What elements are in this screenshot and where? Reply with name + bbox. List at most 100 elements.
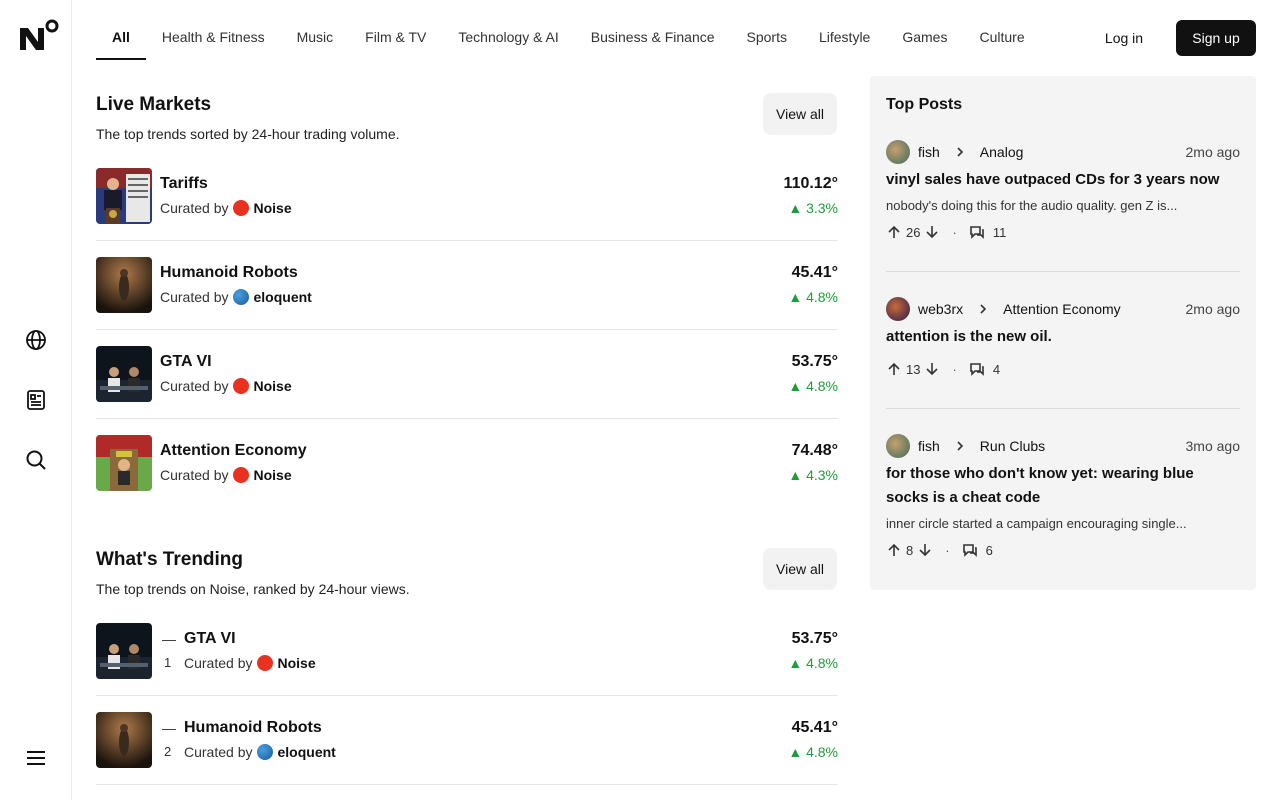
post-body: nobody's doing this for the audio qualit… <box>886 198 1178 213</box>
eloquent-avatar-icon <box>257 744 274 760</box>
comment-icon[interactable] <box>962 542 978 558</box>
tab-technology-ai[interactable]: Technology & AI <box>442 0 574 62</box>
chevron-right-icon <box>954 440 966 452</box>
market-row[interactable]: Attention Economy Curated by Noise 74.48… <box>96 435 838 508</box>
live-markets-title: Live Markets <box>96 94 212 115</box>
upvote-count: 8 <box>906 542 914 558</box>
post-actions: 13 · 4 <box>886 361 1000 377</box>
post-title[interactable]: attention is the new oil. <box>886 325 1240 349</box>
post-body: inner circle started a campaign encourag… <box>886 516 1187 531</box>
trend-value: 53.75° <box>791 630 838 647</box>
tab-music[interactable]: Music <box>281 0 350 62</box>
trend-thumbnail <box>96 346 152 402</box>
curated-by: Curated by Noise <box>160 378 292 394</box>
trend-change: ▲ 4.3% <box>788 467 838 483</box>
globe-icon[interactable] <box>24 328 48 352</box>
market-row[interactable]: Tariffs Curated by Noise 110.12° ▲ 3.3% <box>96 168 838 241</box>
upvote-button[interactable] <box>886 224 902 240</box>
chevron-right-icon <box>954 146 966 158</box>
post-author[interactable]: fish <box>918 438 940 454</box>
post-group[interactable]: Analog <box>980 144 1024 160</box>
trending-row[interactable]: — 2 Humanoid Robots Curated by eloquent … <box>96 712 838 785</box>
chevron-right-icon <box>977 303 989 315</box>
rank-number: 1 <box>164 655 172 670</box>
left-rail <box>0 0 72 800</box>
curated-by: Curated by Noise <box>160 200 292 216</box>
tab-health-fitness[interactable]: Health & Fitness <box>146 0 281 62</box>
curator-name[interactable]: Noise <box>253 467 291 483</box>
live-markets-view-all-button[interactable]: View all <box>763 93 837 135</box>
trend-change: ▲ 4.8% <box>788 655 838 671</box>
noise-logo[interactable] <box>18 18 62 56</box>
curator-name[interactable]: Noise <box>277 655 315 671</box>
tab-culture[interactable]: Culture <box>963 0 1040 62</box>
post-group[interactable]: Run Clubs <box>980 438 1045 454</box>
curator-name[interactable]: Noise <box>253 378 291 394</box>
post-author[interactable]: web3rx <box>918 301 963 317</box>
post-actions: 26 · 11 <box>886 224 1006 240</box>
tab-lifestyle[interactable]: Lifestyle <box>803 0 886 62</box>
live-markets-subtitle: The top trends sorted by 24-hour trading… <box>96 126 400 142</box>
trend-value: 45.41° <box>791 264 838 281</box>
market-row[interactable]: GTA VI Curated by Noise 53.75° ▲ 4.8% <box>96 346 838 419</box>
trending-row[interactable]: — 1 GTA VI Curated by Noise 53.75° ▲ 4.8… <box>96 623 838 696</box>
menu-icon[interactable] <box>24 746 48 770</box>
tab-film-tv[interactable]: Film & TV <box>349 0 442 62</box>
curated-by: Curated by eloquent <box>184 744 336 760</box>
post-header: fish Run Clubs 3mo ago <box>886 434 1240 458</box>
trend-title: Humanoid Robots <box>160 264 298 281</box>
post-card[interactable]: fish Run Clubs 3mo ago for those who don… <box>886 434 1240 574</box>
trending-view-all-button[interactable]: View all <box>763 548 837 590</box>
separator: · <box>945 542 950 558</box>
signup-button[interactable]: Sign up <box>1176 20 1256 56</box>
upvote-button[interactable] <box>886 361 902 377</box>
post-group[interactable]: Attention Economy <box>1003 301 1121 317</box>
post-time: 2mo ago <box>1185 144 1240 160</box>
comment-icon[interactable] <box>969 361 985 377</box>
top-posts-title: Top Posts <box>886 96 963 113</box>
trend-value: 53.75° <box>791 353 838 370</box>
post-card[interactable]: fish Analog 2mo ago vinyl sales have out… <box>886 140 1240 272</box>
downvote-button[interactable] <box>924 361 940 377</box>
search-icon[interactable] <box>24 448 48 472</box>
downvote-button[interactable] <box>917 542 933 558</box>
post-title[interactable]: for those who don't know yet: wearing bl… <box>886 462 1240 510</box>
tab-games[interactable]: Games <box>886 0 963 62</box>
curator-name[interactable]: eloquent <box>277 744 335 760</box>
author-avatar[interactable] <box>886 140 910 164</box>
trend-title: GTA VI <box>160 353 212 370</box>
trend-value: 45.41° <box>791 719 838 736</box>
trend-thumbnail <box>96 435 152 491</box>
document-icon[interactable] <box>24 388 48 412</box>
post-card[interactable]: web3rx Attention Economy 2mo ago attenti… <box>886 297 1240 409</box>
curator-name[interactable]: eloquent <box>253 289 311 305</box>
downvote-button[interactable] <box>924 224 940 240</box>
noise-avatar-icon <box>233 467 250 483</box>
trend-change: ▲ 4.8% <box>788 289 838 305</box>
upvote-count: 26 <box>906 224 921 240</box>
tab-sports[interactable]: Sports <box>731 0 803 62</box>
curated-by-label: Curated by <box>160 289 229 305</box>
post-author[interactable]: fish <box>918 144 940 160</box>
curator-name[interactable]: Noise <box>253 200 291 216</box>
curated-by-label: Curated by <box>160 378 229 394</box>
category-tabs: All Health & Fitness Music Film & TV Tec… <box>96 0 1041 62</box>
curated-by: Curated by eloquent <box>160 289 312 305</box>
comment-count: 11 <box>992 224 1007 240</box>
author-avatar[interactable] <box>886 434 910 458</box>
trend-value: 74.48° <box>791 442 838 459</box>
tab-all[interactable]: All <box>96 0 146 62</box>
trend-title: GTA VI <box>184 630 236 647</box>
trending-subtitle: The top trends on Noise, ranked by 24-ho… <box>96 581 410 597</box>
author-avatar[interactable] <box>886 297 910 321</box>
trend-thumbnail <box>96 257 152 313</box>
trend-change: ▲ 3.3% <box>788 200 838 216</box>
login-button[interactable]: Log in <box>1092 20 1156 56</box>
upvote-button[interactable] <box>886 542 902 558</box>
market-row[interactable]: Humanoid Robots Curated by eloquent 45.4… <box>96 257 838 330</box>
post-header: fish Analog 2mo ago <box>886 140 1240 164</box>
trend-change: ▲ 4.8% <box>788 744 838 760</box>
comment-icon[interactable] <box>969 224 985 240</box>
tab-business-finance[interactable]: Business & Finance <box>575 0 731 62</box>
post-title[interactable]: vinyl sales have outpaced CDs for 3 year… <box>886 168 1240 192</box>
